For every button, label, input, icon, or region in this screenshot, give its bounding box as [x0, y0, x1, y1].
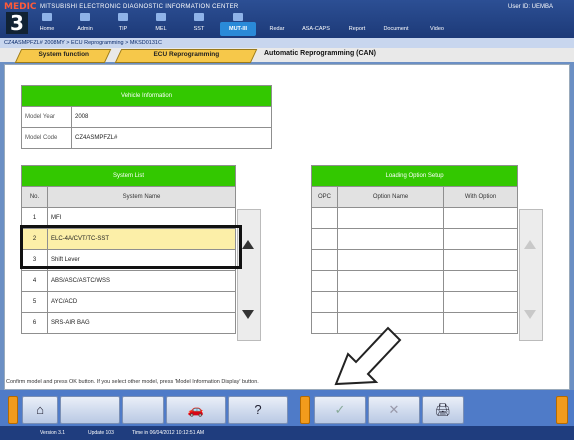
blank-button[interactable] — [60, 396, 120, 424]
scroll-down-icon[interactable] — [524, 310, 536, 319]
page-title: Automatic Reprogramming (CAN) — [264, 50, 377, 57]
selection-highlight-box — [20, 225, 242, 269]
vehicle-info-heading: Vehicle Information — [21, 85, 272, 107]
loading-option-heading: Loading Option Setup — [310, 165, 519, 187]
col-system-name: System Name — [46, 186, 237, 208]
nav-asa-caps[interactable]: ASA-CAPS — [296, 22, 336, 36]
col-with-option: With Option — [442, 186, 519, 208]
tab-system-function[interactable]: System function — [14, 49, 112, 63]
table-row[interactable]: 4 ABS/ASC/ASTC/WSS — [21, 270, 237, 292]
option-list-scrollbar[interactable] — [519, 209, 543, 341]
app-header: MEDIC 3 MITSUBISHI ELECTRONIC DIAGNOSTIC… — [0, 0, 574, 38]
nav-sst[interactable]: SST — [182, 13, 216, 36]
status-bar: Version 3.1 Update 103 Time in 06/04/201… — [0, 426, 574, 440]
table-row — [311, 228, 519, 250]
model-info-button[interactable]: 🚗 — [166, 396, 226, 424]
row-system-name: SRS-AIR BAG — [46, 312, 237, 334]
nav-mut-iii[interactable]: MUT-III — [220, 13, 256, 36]
nav-video[interactable]: Video — [422, 22, 452, 36]
scroll-down-icon[interactable] — [242, 310, 254, 319]
nav-admin[interactable]: Admin — [68, 13, 102, 36]
loading-option-table: Loading Option Setup OPC Option Name Wit… — [310, 165, 519, 334]
nav-redar[interactable]: Redar — [262, 22, 292, 36]
print-button[interactable]: 🖨 — [422, 396, 464, 424]
mel-icon — [156, 13, 166, 21]
system-list-heading: System List — [20, 165, 237, 187]
app-title: MITSUBISHI ELECTRONIC DIAGNOSTIC INFORMA… — [40, 4, 239, 10]
toolbar-accent — [300, 396, 310, 424]
nav-mel[interactable]: MEL — [144, 13, 178, 36]
sst-icon — [194, 13, 204, 21]
nav-home[interactable]: Home — [30, 13, 64, 36]
toolbar-accent — [556, 396, 568, 424]
bottom-toolbar: ⌂ 🚗 ? ✓ ✕ 🖨 — [0, 390, 574, 426]
breadcrumb: CZ4ASMPFZL# 2008MY > ECU Reprogramming >… — [0, 38, 574, 48]
nav-report[interactable]: Report — [342, 22, 372, 36]
user-id: User ID: UEMBA — [508, 4, 554, 10]
tip-icon — [118, 13, 128, 21]
admin-icon — [80, 13, 90, 21]
help-button[interactable]: ? — [228, 396, 288, 424]
home-button[interactable]: ⌂ — [22, 396, 58, 424]
toolbar-accent — [8, 396, 18, 424]
row-system-name: AYC/ACD — [46, 291, 237, 313]
home-icon — [42, 13, 52, 21]
ok-button[interactable]: ✓ — [314, 396, 366, 424]
row-system-name: ABS/ASC/ASTC/WSS — [46, 270, 237, 292]
status-message: Confirm model and press OK button. If yo… — [6, 379, 259, 385]
mut-icon — [233, 13, 243, 21]
col-option-name: Option Name — [337, 186, 444, 208]
model-year-label: Model Year — [21, 106, 72, 128]
scroll-up-icon[interactable] — [242, 240, 254, 249]
col-opc: OPC — [311, 186, 338, 208]
table-row[interactable]: 6 SRS-AIR BAG — [21, 312, 237, 334]
table-row — [311, 249, 519, 271]
model-code-label: Model Code — [21, 127, 72, 149]
row-no: 4 — [21, 270, 48, 292]
col-no: No. — [21, 186, 48, 208]
nav-document[interactable]: Document — [376, 22, 416, 36]
model-year-value: 2008 — [71, 106, 272, 128]
scroll-up-icon[interactable] — [524, 240, 536, 249]
tab-ecu-reprogramming[interactable]: ECU Reprogramming — [114, 49, 258, 63]
table-row — [311, 207, 519, 229]
vehicle-info-table: Vehicle Information Model Year 2008 Mode… — [21, 85, 272, 149]
blank-button[interactable] — [122, 396, 164, 424]
row-no: 5 — [21, 291, 48, 313]
time-text: Time in 06/04/2012 10:12:51 AM — [132, 430, 205, 436]
brand-number: 3 — [6, 12, 28, 34]
version-text: Version 3.1 — [40, 430, 66, 436]
pointer-arrow-icon — [334, 326, 402, 386]
table-row — [311, 270, 519, 292]
update-text: Update 103 — [88, 430, 114, 436]
model-code-value: CZ4ASMPFZL# — [71, 127, 272, 149]
nav-tip[interactable]: TIP — [106, 13, 140, 36]
table-row[interactable]: 5 AYC/ACD — [21, 291, 237, 313]
row-no: 6 — [21, 312, 48, 334]
cancel-button[interactable]: ✕ — [368, 396, 420, 424]
table-row — [311, 291, 519, 313]
